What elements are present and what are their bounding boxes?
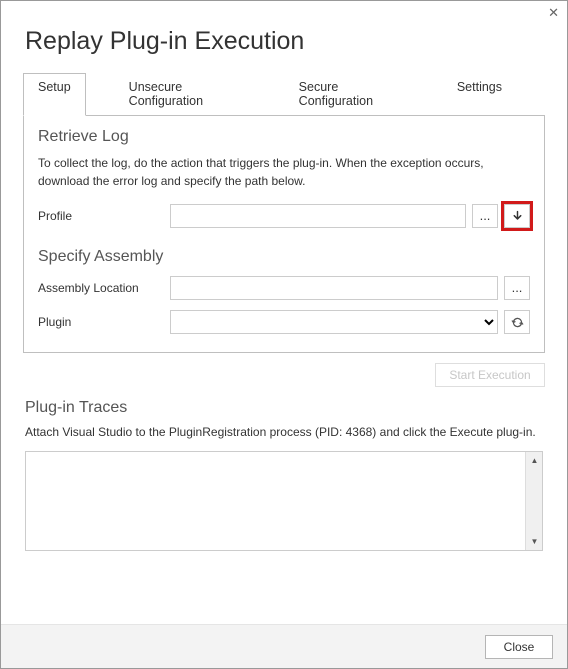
profile-input[interactable] bbox=[170, 204, 466, 228]
dialog-title: Replay Plug-in Execution bbox=[1, 21, 567, 72]
tab-strip: Setup Unsecure Configuration Secure Conf… bbox=[1, 72, 567, 115]
plugin-refresh-button[interactable] bbox=[504, 310, 530, 334]
scroll-down-icon[interactable]: ▼ bbox=[527, 534, 542, 549]
traces-scrollbar[interactable]: ▲ ▼ bbox=[525, 452, 542, 550]
plugin-traces-description: Attach Visual Studio to the PluginRegist… bbox=[1, 425, 567, 451]
tab-setup[interactable]: Setup bbox=[23, 73, 86, 116]
download-icon bbox=[511, 208, 524, 223]
scroll-up-icon[interactable]: ▲ bbox=[527, 453, 542, 468]
refresh-icon bbox=[511, 314, 524, 329]
assembly-location-input[interactable] bbox=[170, 276, 498, 300]
start-execution-button[interactable]: Start Execution bbox=[435, 363, 545, 387]
tab-unsecure-configuration[interactable]: Unsecure Configuration bbox=[114, 73, 256, 116]
profile-browse-button[interactable]: ... bbox=[472, 204, 498, 228]
assembly-location-label: Assembly Location bbox=[38, 281, 170, 295]
retrieve-log-heading: Retrieve Log bbox=[38, 128, 530, 146]
close-icon[interactable]: ✕ bbox=[548, 5, 559, 21]
close-button[interactable]: Close bbox=[485, 635, 553, 659]
setup-panel: Retrieve Log To collect the log, do the … bbox=[23, 115, 545, 353]
plugin-label: Plugin bbox=[38, 315, 170, 329]
specify-assembly-heading: Specify Assembly bbox=[38, 248, 530, 266]
dialog-footer: Close bbox=[1, 624, 567, 668]
assembly-browse-button[interactable]: ... bbox=[504, 276, 530, 300]
tab-secure-configuration[interactable]: Secure Configuration bbox=[284, 73, 414, 116]
plugin-select[interactable] bbox=[170, 310, 498, 334]
profile-label: Profile bbox=[38, 209, 170, 223]
plugin-traces-heading: Plug-in Traces bbox=[1, 395, 567, 425]
plugin-traces-textarea[interactable]: ▲ ▼ bbox=[25, 451, 543, 551]
profile-download-button[interactable] bbox=[504, 204, 530, 228]
retrieve-log-description: To collect the log, do the action that t… bbox=[38, 154, 530, 190]
tab-settings[interactable]: Settings bbox=[442, 73, 517, 116]
